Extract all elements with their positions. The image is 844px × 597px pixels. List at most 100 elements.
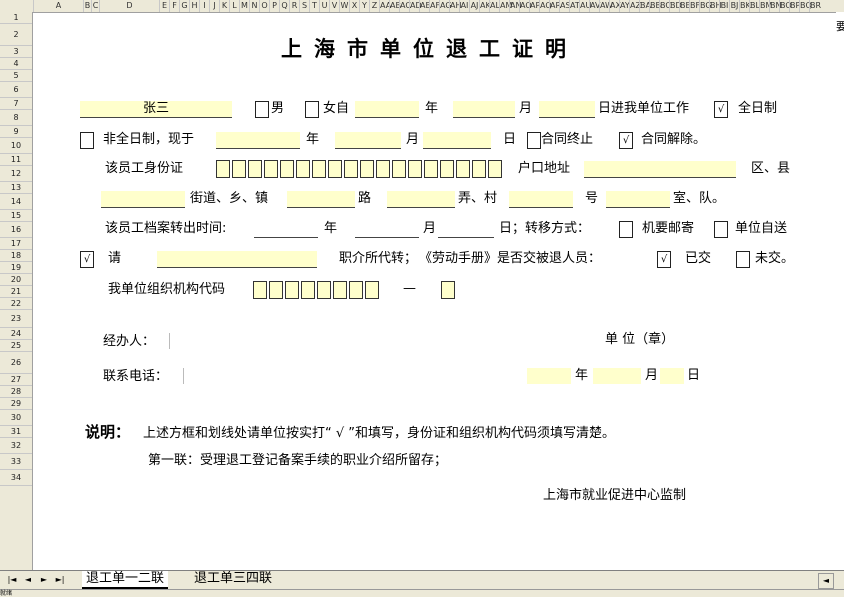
- column-header-cell[interactable]: I: [199, 0, 209, 12]
- archive-day-field[interactable]: [438, 221, 494, 238]
- row-header-cell[interactable]: 32: [0, 438, 32, 454]
- id-digit-box[interactable]: [456, 160, 470, 178]
- id-digit-box[interactable]: [392, 160, 406, 178]
- column-header-cell[interactable]: BA: [639, 0, 651, 12]
- column-header-cell[interactable]: M: [239, 0, 249, 12]
- row-header-cell[interactable]: 27: [0, 374, 32, 386]
- row-header-cell[interactable]: 28: [0, 386, 32, 398]
- id-digit-box[interactable]: [472, 160, 486, 178]
- row-header-cell[interactable]: 11: [0, 154, 32, 166]
- next-sheet-icon[interactable]: ►: [38, 573, 50, 586]
- column-header-cell[interactable]: AA: [379, 0, 391, 12]
- org-digit-box[interactable]: [253, 281, 267, 299]
- id-digit-box[interactable]: [408, 160, 422, 178]
- column-header-cell[interactable]: G: [179, 0, 189, 12]
- column-header-cell[interactable]: P: [269, 0, 279, 12]
- column-header-cell[interactable]: X: [349, 0, 359, 12]
- column-header-cell[interactable]: BR: [809, 0, 821, 12]
- row-header-cell[interactable]: 8: [0, 110, 32, 126]
- room-field[interactable]: [606, 191, 670, 208]
- handbook-no-checkbox[interactable]: [736, 251, 750, 268]
- column-header-cell[interactable]: J: [209, 0, 219, 12]
- id-digit-box[interactable]: [312, 160, 326, 178]
- id-digit-box[interactable]: [232, 160, 246, 178]
- column-header-cell[interactable]: W: [339, 0, 349, 12]
- current-year-field[interactable]: [216, 132, 300, 149]
- column-header-cell[interactable]: E: [159, 0, 169, 12]
- scroll-left-icon[interactable]: ◄: [818, 573, 834, 589]
- column-header-cell[interactable]: S: [299, 0, 309, 12]
- column-header-cell[interactable]: C: [91, 0, 99, 12]
- fulltime-checkbox[interactable]: √: [714, 101, 728, 118]
- column-header-cell[interactable]: O: [259, 0, 269, 12]
- row-header-cell[interactable]: 34: [0, 470, 32, 486]
- row-header-cell[interactable]: 19: [0, 262, 32, 274]
- id-digit-box[interactable]: [216, 160, 230, 178]
- column-header-cell[interactable]: AF: [429, 0, 440, 12]
- row-header-cell[interactable]: 20: [0, 274, 32, 286]
- column-header-cell[interactable]: AZ: [629, 0, 641, 12]
- row-header-cell[interactable]: 26: [0, 352, 32, 374]
- column-header-cell[interactable]: BD: [669, 0, 682, 12]
- column-header-cell[interactable]: AU: [579, 0, 591, 12]
- column-header-cell[interactable]: AB: [389, 0, 401, 12]
- column-header-cell[interactable]: BE: [679, 0, 691, 12]
- column-header-cell[interactable]: AP: [529, 0, 540, 12]
- contract-cancel-checkbox[interactable]: √: [619, 132, 633, 149]
- road-field[interactable]: [287, 191, 355, 208]
- id-digit-box[interactable]: [344, 160, 358, 178]
- agency-field[interactable]: [157, 251, 317, 268]
- column-header-cell[interactable]: BO: [779, 0, 792, 12]
- column-header-cell[interactable]: AM: [499, 0, 512, 12]
- row-header-cell[interactable]: 25: [0, 340, 32, 352]
- id-digit-box[interactable]: [424, 160, 438, 178]
- column-header-cell[interactable]: AD: [409, 0, 422, 12]
- archive-month-field[interactable]: [355, 221, 419, 238]
- column-header-cell[interactable]: AT: [569, 0, 580, 12]
- id-digit-box[interactable]: [488, 160, 502, 178]
- org-digit-box[interactable]: [269, 281, 283, 299]
- column-header-cell[interactable]: BJ: [729, 0, 739, 12]
- column-header-cell[interactable]: B: [83, 0, 91, 12]
- column-header-cell[interactable]: D: [99, 0, 159, 12]
- org-digit-box[interactable]: [301, 281, 315, 299]
- column-header-cell[interactable]: AQ: [539, 0, 552, 12]
- column-header-cell[interactable]: U: [319, 0, 329, 12]
- id-digit-box[interactable]: [264, 160, 278, 178]
- column-header-cell[interactable]: A: [33, 0, 83, 12]
- column-header-cell[interactable]: AW: [599, 0, 613, 12]
- join-month-field[interactable]: [453, 101, 515, 118]
- lane-field[interactable]: [387, 191, 455, 208]
- id-digit-box[interactable]: [296, 160, 310, 178]
- column-header-cell[interactable]: AX: [609, 0, 621, 12]
- row-header-cell[interactable]: 18: [0, 250, 32, 262]
- row-header-cell[interactable]: 24: [0, 328, 32, 340]
- row-header-cell[interactable]: 10: [0, 138, 32, 154]
- id-number-boxes[interactable]: [216, 160, 504, 178]
- org-digit-box[interactable]: [365, 281, 379, 299]
- column-header-cell[interactable]: AE: [419, 0, 431, 12]
- sign-year-field[interactable]: [527, 368, 571, 384]
- column-header-cell[interactable]: T: [309, 0, 319, 12]
- row-header-cell[interactable]: 33: [0, 454, 32, 470]
- column-header-cell[interactable]: L: [229, 0, 239, 12]
- archive-year-field[interactable]: [254, 221, 318, 238]
- prev-sheet-icon[interactable]: ◄: [22, 573, 34, 586]
- row-header-cell[interactable]: 13: [0, 182, 32, 194]
- row-header-cell[interactable]: 29: [0, 398, 32, 410]
- row-header-cell[interactable]: 30: [0, 410, 32, 426]
- column-header-cell[interactable]: BB: [649, 0, 661, 12]
- row-header-cell[interactable]: 23: [0, 310, 32, 328]
- hukou-field[interactable]: [584, 161, 736, 178]
- current-month-field[interactable]: [335, 132, 401, 149]
- column-header-cell[interactable]: AG: [439, 0, 452, 12]
- column-header-cell[interactable]: BG: [699, 0, 712, 12]
- current-day-field[interactable]: [423, 132, 491, 149]
- column-header-cell[interactable]: F: [169, 0, 179, 12]
- column-header-cell[interactable]: BK: [739, 0, 751, 12]
- row-header-cell[interactable]: 16: [0, 222, 32, 238]
- first-sheet-icon[interactable]: |◄: [6, 573, 18, 586]
- row-header-cell[interactable]: 14: [0, 194, 32, 210]
- column-header-cell[interactable]: BI: [719, 0, 729, 12]
- join-day-field[interactable]: [539, 101, 595, 118]
